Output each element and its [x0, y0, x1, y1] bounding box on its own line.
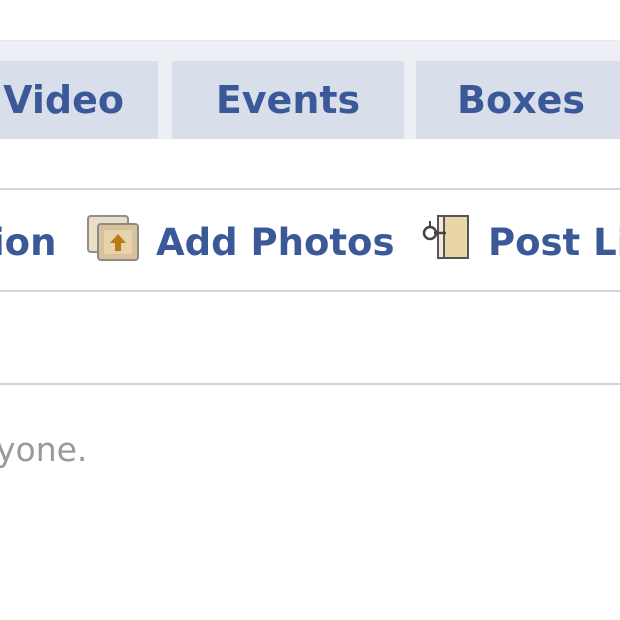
post-link-label: Post Li: [488, 220, 620, 264]
tab-video-label: Video: [3, 78, 124, 122]
tab-bar: Video Events Boxes: [0, 40, 620, 139]
tab-boxes[interactable]: Boxes: [416, 61, 620, 139]
tab-video[interactable]: Video: [0, 61, 158, 139]
post-link-button[interactable]: Post Li: [420, 190, 620, 294]
publisher-item-truncated-label: ion: [0, 220, 57, 264]
tab-events-label: Events: [215, 78, 361, 122]
tab-events[interactable]: Events: [172, 61, 404, 139]
photo-icon: [86, 212, 142, 273]
divider: [0, 383, 620, 385]
add-photos-button[interactable]: Add Photos: [86, 190, 395, 294]
page: Video Events Boxes ion Add Photos: [0, 0, 620, 620]
publisher-bar: ion Add Photos: [0, 188, 620, 292]
tab-boxes-label: Boxes: [457, 78, 585, 122]
top-strip: [0, 0, 620, 40]
link-icon: [420, 211, 474, 274]
add-photos-label: Add Photos: [156, 220, 395, 264]
publisher-item-truncated[interactable]: ion: [0, 190, 56, 294]
privacy-note: yone.: [0, 430, 88, 469]
